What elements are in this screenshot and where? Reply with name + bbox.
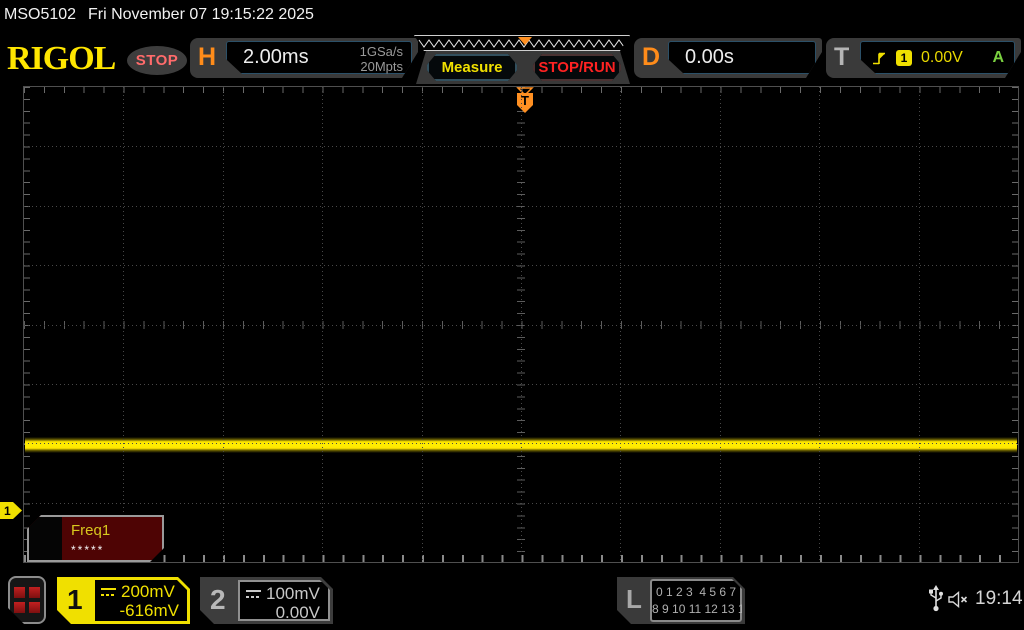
trigger-box: 1 0.00V A — [860, 41, 1015, 74]
measure-button[interactable]: Measure — [427, 54, 517, 81]
acquisition-rates: 1GSa/s 20Mpts — [360, 44, 403, 74]
graticule: T — [23, 86, 1019, 563]
clock: 19:14 — [975, 588, 1023, 610]
logic-channel-list: 0 1 2 3 4 5 6 7 8 9 10 11 12 13 14 15 — [650, 579, 742, 622]
channel2-values-box: 100mV 0.00V — [238, 580, 330, 621]
dc-coupling-icon — [101, 588, 116, 597]
menu-grid-icon — [14, 587, 40, 613]
grid-division-line — [24, 146, 1018, 147]
grid-division-line — [24, 265, 1018, 266]
status-bar: MSO5102 Fri November 07 19:15:22 2025 — [0, 0, 1024, 30]
oscilloscope-screen: MSO5102 Fri November 07 19:15:22 2025 RI… — [0, 0, 1024, 630]
channel2-scale: 100mV — [266, 584, 320, 604]
channel1-values-box: 200mV -616mV — [95, 580, 187, 621]
delay-value: 0.00s — [685, 46, 734, 69]
logic-channels-row2: 8 9 10 11 12 13 14 15 — [652, 601, 740, 618]
grid-division-line — [24, 325, 1018, 326]
rigol-logo: RIGOL — [7, 40, 115, 78]
delay-settings-block[interactable]: D 0.00s — [634, 38, 822, 78]
grid-division-line — [24, 384, 1018, 385]
trigger-marker-letter: T — [521, 93, 529, 108]
channel2-offset: 0.00V — [276, 603, 320, 623]
trigger-position-marker[interactable]: T — [515, 87, 535, 115]
trigger-label: T — [834, 43, 849, 72]
trigger-settings-block[interactable]: T 1 0.00V A — [826, 38, 1021, 78]
stop-run-button[interactable]: STOP/RUN — [533, 54, 621, 81]
grid-division-line — [24, 503, 1018, 504]
logic-analyzer-label: L — [626, 584, 642, 615]
speaker-muted-icon — [947, 590, 972, 609]
trigger-sweep-mode: A — [992, 49, 1004, 67]
channel1-offset: -616mV — [119, 601, 179, 621]
sample-rate: 1GSa/s — [360, 44, 403, 59]
measurement-value: ***** — [71, 543, 104, 557]
main-menu-button[interactable] — [8, 576, 46, 624]
usb-icon — [928, 585, 944, 613]
memory-depth: 20Mpts — [360, 59, 403, 74]
channel1-number: 1 — [67, 584, 83, 616]
ch1-level-marker[interactable]: 1 — [0, 502, 22, 519]
header-button-panel: Measure STOP/RUN — [416, 51, 630, 84]
datetime-text: Fri November 07 19:15:22 2025 — [88, 6, 314, 24]
model-name: MSO5102 — [4, 6, 76, 24]
horizontal-label: H — [198, 43, 216, 72]
channel2-badge[interactable]: 2 100mV 0.00V — [200, 577, 333, 624]
grid-division-line — [24, 443, 1018, 444]
channel1-scale: 200mV — [121, 582, 175, 602]
trigger-level-value: 0.00V — [921, 49, 963, 67]
timebase-value: 2.00ms — [243, 46, 309, 69]
delay-box: 0.00s — [668, 41, 816, 74]
dc-coupling-icon — [246, 590, 261, 599]
waveform-preview-strip[interactable] — [414, 35, 630, 51]
logic-channels-row1: 0 1 2 3 4 5 6 7 — [652, 584, 740, 601]
acquisition-state-badge: STOP — [127, 46, 187, 75]
measurement-item-freq1[interactable]: Freq1 ***** — [27, 515, 164, 562]
trigger-source-badge: 1 — [896, 50, 912, 66]
delay-label: D — [642, 43, 660, 72]
measurement-name: Freq1 — [71, 522, 110, 539]
measurement-source-strip — [29, 517, 62, 560]
logic-analyzer-badge[interactable]: L 0 1 2 3 4 5 6 7 8 9 10 11 12 13 14 15 — [617, 577, 745, 624]
horizontal-box: 2.00ms 1GSa/s 20Mpts — [226, 41, 412, 74]
channel2-number: 2 — [210, 584, 226, 616]
horizontal-settings-block[interactable]: H 2.00ms 1GSa/s 20Mpts — [190, 38, 418, 78]
preview-zigzag-icon — [415, 36, 631, 52]
grid-division-line — [24, 206, 1018, 207]
trigger-slope-icon — [871, 50, 887, 66]
channel1-badge[interactable]: 1 200mV -616mV — [57, 577, 190, 624]
